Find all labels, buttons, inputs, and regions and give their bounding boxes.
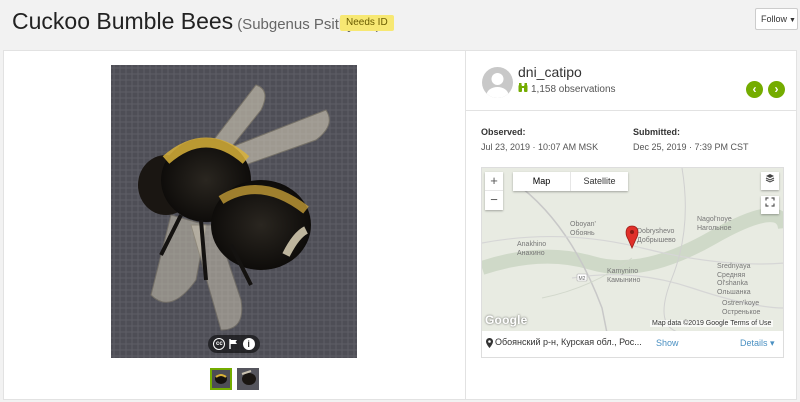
google-logo: Google	[485, 313, 528, 327]
panel-divider	[465, 50, 466, 400]
observed-date: Jul 23, 2019 · 10:07 AM MSK	[481, 142, 599, 152]
observation-header: Cuckoo Bumble Bees (Subgenus Psithyrus) N…	[0, 0, 800, 50]
photo-thumbnail[interactable]	[210, 368, 232, 390]
map-pin-icon	[486, 338, 493, 350]
map-type-control: Map Satellite	[513, 172, 628, 191]
map-town: Kamynino	[607, 268, 638, 275]
map-type-map[interactable]: Map	[513, 172, 571, 191]
map-town: Остренькое	[722, 309, 760, 316]
binoculars-icon	[518, 83, 528, 95]
details-dropdown[interactable]: Details ▾	[740, 338, 775, 349]
observation-count[interactable]: 1,158 observations	[518, 83, 616, 95]
map-town: Dobryshevo	[637, 228, 674, 235]
map-attribution[interactable]: Map data ©2019 Google Terms of Use	[650, 320, 774, 327]
map-town: Nagol'noye	[697, 216, 732, 223]
map-town: Ostren'koye	[722, 300, 759, 307]
fullscreen-icon[interactable]	[761, 196, 779, 214]
map-town: Anakhino	[517, 241, 546, 248]
map-type-satellite[interactable]: Satellite	[571, 172, 628, 191]
info-icon[interactable]: i	[242, 338, 255, 350]
map-town: Ol'shanka	[717, 280, 748, 287]
map-town: Средняя	[717, 272, 745, 279]
zoom-in-button[interactable]: +	[485, 172, 503, 191]
map-town: Обоянь	[570, 229, 595, 237]
show-place-link[interactable]: Show	[656, 338, 679, 348]
map-town: Oboyan'	[570, 221, 596, 228]
taxon-name[interactable]: Cuckoo Bumble Bees	[12, 8, 233, 34]
chevron-right-icon[interactable]: ›	[768, 81, 785, 98]
place-guess: Обоянский р-н, Курская обл., Рос...	[495, 337, 642, 347]
map-zoom-control: + −	[485, 172, 503, 210]
map-town: Нагольное	[697, 225, 732, 232]
avatar[interactable]	[482, 67, 513, 98]
photo-thumbnail[interactable]	[237, 368, 259, 390]
section-divider	[466, 110, 797, 111]
submitted-date: Dec 25, 2019 · 7:39 PM CST	[633, 142, 749, 152]
map-town: Добрышево	[637, 236, 676, 244]
cc-icon[interactable]: cc	[213, 338, 226, 350]
follow-label: Follow	[761, 14, 788, 24]
page-title: Cuckoo Bumble Bees (Subgenus Psithyrus)	[12, 8, 381, 35]
map-town: Анахино	[517, 250, 545, 257]
road-label: M2	[579, 276, 586, 282]
chevron-left-icon[interactable]: ‹	[746, 81, 763, 98]
observer-username[interactable]: dni_catipo	[518, 64, 582, 80]
quality-badge: Needs ID	[340, 15, 394, 31]
observation-map[interactable]: M2 Oboyan' Обоянь Anakhino Анахино Dobry…	[481, 167, 784, 332]
photo-toolbar: cc i	[208, 335, 260, 353]
observation-photo[interactable]	[111, 65, 357, 358]
map-town: Камынино	[607, 277, 640, 284]
zoom-out-button[interactable]: −	[485, 191, 503, 210]
flag-icon[interactable]	[228, 338, 240, 350]
follow-button[interactable]: Follow ▼	[755, 8, 798, 30]
map-town: Ольшанка	[717, 289, 751, 296]
caret-down-icon: ▼	[789, 17, 796, 24]
layers-icon[interactable]	[761, 172, 779, 190]
observed-label: Observed:	[481, 127, 526, 137]
map-town: Srednyaya	[717, 263, 751, 270]
observation-count-text: 1,158 observations	[531, 83, 616, 95]
submitted-label: Submitted:	[633, 127, 680, 137]
